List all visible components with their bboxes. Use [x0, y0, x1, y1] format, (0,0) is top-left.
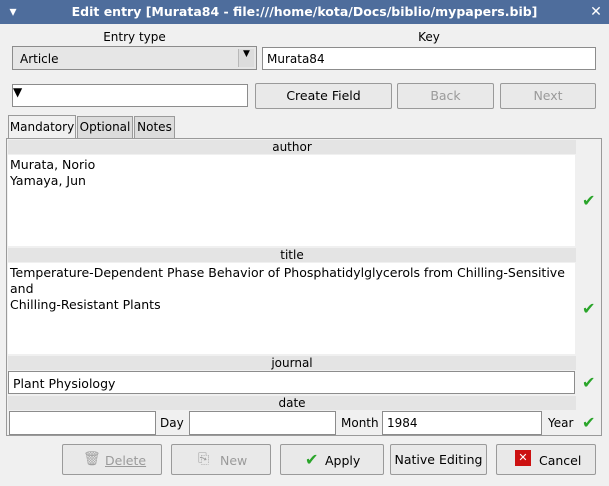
key-label: Key	[418, 30, 440, 44]
cancel-button-label: Cancel	[539, 453, 582, 468]
key-input[interactable]: Murata84	[262, 47, 596, 70]
apply-button[interactable]: ✔ Apply	[280, 444, 384, 475]
combo-arrow-icon[interactable]: ▼	[13, 85, 22, 99]
new-button-label: New	[220, 453, 248, 468]
entry-type-combo[interactable]: Article ▼	[12, 46, 257, 70]
journal-field-label: journal	[8, 356, 576, 370]
delete-button-label: Delete	[105, 453, 147, 468]
next-button[interactable]: Next	[500, 83, 596, 109]
checkmark-icon: ✔	[582, 191, 596, 210]
back-button[interactable]: Back	[397, 83, 494, 109]
month-input[interactable]	[189, 411, 336, 435]
author-field-label: author	[8, 140, 576, 154]
native-editing-button[interactable]: Native Editing	[390, 444, 487, 475]
trash-icon: 🗑	[83, 451, 101, 467]
author-textarea[interactable]: Murata, Norio Yamaya, Jun	[8, 155, 575, 246]
tab-optional[interactable]: Optional	[77, 116, 133, 138]
tab-mandatory[interactable]: Mandatory	[8, 115, 76, 139]
checkmark-icon: ✔	[305, 450, 319, 469]
tab-notes[interactable]: Notes	[134, 116, 175, 138]
title-field-label: title	[8, 248, 576, 262]
year-label: Year	[548, 416, 574, 430]
combo-arrow-icon[interactable]: ▼	[238, 49, 254, 67]
new-button[interactable]: ⎘ New	[171, 444, 271, 475]
field-name-combo[interactable]: ▼	[12, 84, 248, 107]
month-label: Month	[341, 416, 379, 430]
cancel-button[interactable]: ✕ Cancel	[496, 444, 596, 475]
window-title: Edit entry [Murata84 - file:///home/kota…	[71, 4, 538, 19]
checkmark-icon: ✔	[582, 413, 596, 432]
checkmark-icon: ✔	[582, 299, 596, 318]
close-icon[interactable]: ✕	[587, 3, 605, 21]
journal-input[interactable]: Plant Physiology	[8, 371, 575, 394]
title-textarea[interactable]: Temperature-Dependent Phase Behavior of …	[8, 263, 575, 354]
apply-button-label: Apply	[325, 453, 361, 468]
day-input[interactable]	[9, 411, 156, 435]
day-label: Day	[160, 416, 184, 430]
year-input[interactable]: 1984	[382, 411, 542, 435]
window-menu-icon[interactable]: ▾	[4, 3, 22, 21]
checkmark-icon: ✔	[582, 373, 596, 392]
entry-type-label: Entry type	[103, 30, 166, 44]
entry-type-value: Article	[20, 52, 59, 66]
key-value: Murata84	[267, 52, 325, 66]
new-entry-icon: ⎘	[198, 451, 210, 467]
year-value: 1984	[387, 416, 418, 430]
delete-button[interactable]: 🗑 Delete	[62, 444, 162, 475]
cancel-x-icon: ✕	[515, 450, 531, 466]
date-field-label: date	[8, 396, 576, 410]
journal-value: Plant Physiology	[13, 376, 116, 391]
create-field-button[interactable]: Create Field	[255, 83, 392, 109]
title-bar: ▾ Edit entry [Murata84 - file:///home/ko…	[0, 0, 609, 24]
